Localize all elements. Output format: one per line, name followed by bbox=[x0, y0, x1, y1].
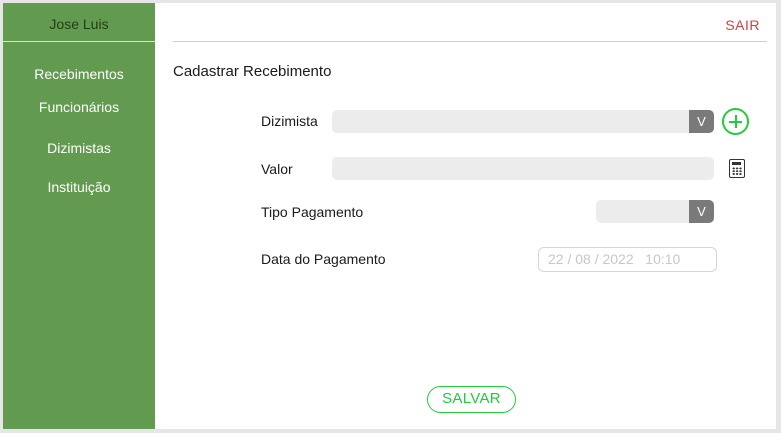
save-button[interactable]: SALVAR bbox=[427, 386, 516, 413]
logout-link[interactable]: SAIR bbox=[725, 17, 760, 33]
dizimista-select[interactable]: V bbox=[332, 110, 714, 133]
sidebar-divider bbox=[3, 41, 155, 42]
sidebar-item-recebimentos[interactable]: Recebimentos bbox=[3, 66, 155, 82]
sidebar: Jose Luis Recebimentos Funcionários Dizi… bbox=[3, 3, 155, 429]
header-divider bbox=[173, 41, 767, 42]
tipo-pagamento-label: Tipo Pagamento bbox=[261, 204, 364, 220]
valor-label: Valor bbox=[261, 161, 293, 177]
sidebar-item-funcionarios[interactable]: Funcionários bbox=[3, 99, 155, 115]
user-name: Jose Luis bbox=[49, 16, 109, 32]
data-pagamento-input[interactable]: 22 / 08 / 2022 10:10 bbox=[538, 247, 717, 272]
tipo-pagamento-select[interactable]: V bbox=[596, 200, 714, 223]
sidebar-item-dizimistas[interactable]: Dizimistas bbox=[3, 140, 155, 156]
app-window: Jose Luis Recebimentos Funcionários Dizi… bbox=[3, 3, 776, 429]
chevron-down-icon: V bbox=[689, 200, 714, 223]
chevron-down-icon: V bbox=[689, 110, 714, 133]
dizimista-label: Dizimista bbox=[261, 113, 318, 129]
valor-input[interactable] bbox=[332, 157, 714, 180]
calculator-icon[interactable] bbox=[729, 159, 745, 178]
page-title: Cadastrar Recebimento bbox=[173, 63, 332, 80]
sidebar-item-instituicao[interactable]: Instituição bbox=[3, 179, 155, 195]
add-dizimista-button[interactable] bbox=[722, 108, 749, 135]
data-pagamento-label: Data do Pagamento bbox=[261, 251, 386, 267]
